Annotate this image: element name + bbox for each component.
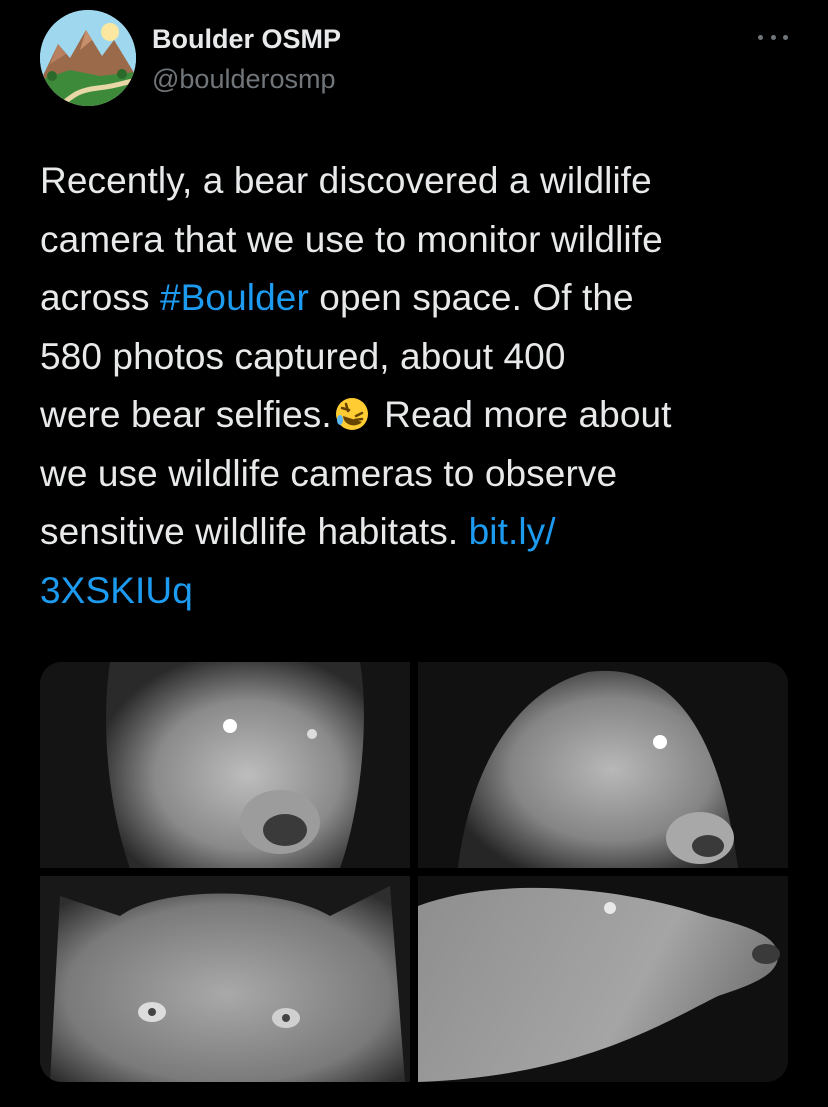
mountain-landscape-avatar-icon [40,10,136,106]
author-name[interactable]: Boulder OSMP [152,24,341,54]
bear-photo-2[interactable] [418,662,788,868]
avatar[interactable] [40,10,136,106]
author-handle[interactable]: @boulderosmp [152,64,341,94]
tweet-line: sensitive wildlife habitats. bit.ly/ [40,503,800,562]
tweet-text: Recently, a bear discovered a wildlife c… [40,152,800,620]
more-options-button[interactable] [758,30,788,44]
tweet-line: 580 photos captured, about 400 [40,335,566,377]
bear-photo-3[interactable] [40,876,410,1082]
tweet-text-segment: Read more about [373,394,672,435]
hashtag-link[interactable]: #Boulder [160,277,309,318]
tweet-line: we use wildlife cameras to observe [40,452,618,494]
tweet-line: camera that we use to monitor wildlife [40,218,663,260]
tweet-text-segment: across [40,277,160,318]
tweet-line: were bear selfies. Read more about [40,386,800,445]
tweet-line: Recently, a bear discovered a wildlife [40,160,652,201]
tweet-line: 3XSKIUq [40,562,800,621]
author-block: Boulder OSMP @boulderosmp [152,24,341,94]
tweet-line: across #Boulder open space. Of the [40,269,800,328]
more-horizontal-icon [770,34,776,40]
rolling-on-floor-laughing-emoji-icon [335,398,368,430]
bear-photo-4[interactable] [418,876,788,1082]
tweet-text-segment: open space. Of the [308,277,634,318]
short-link[interactable]: 3XSKIUq [40,570,193,611]
bear-photo-1[interactable] [40,662,410,868]
more-horizontal-icon [783,34,788,40]
tweet-text-segment: were bear selfies. [40,394,332,435]
media-grid [40,662,788,1082]
tweet-text-segment: sensitive wildlife habitats. [40,511,469,552]
more-horizontal-icon [758,34,763,40]
short-link[interactable]: bit.ly/ [469,511,556,552]
